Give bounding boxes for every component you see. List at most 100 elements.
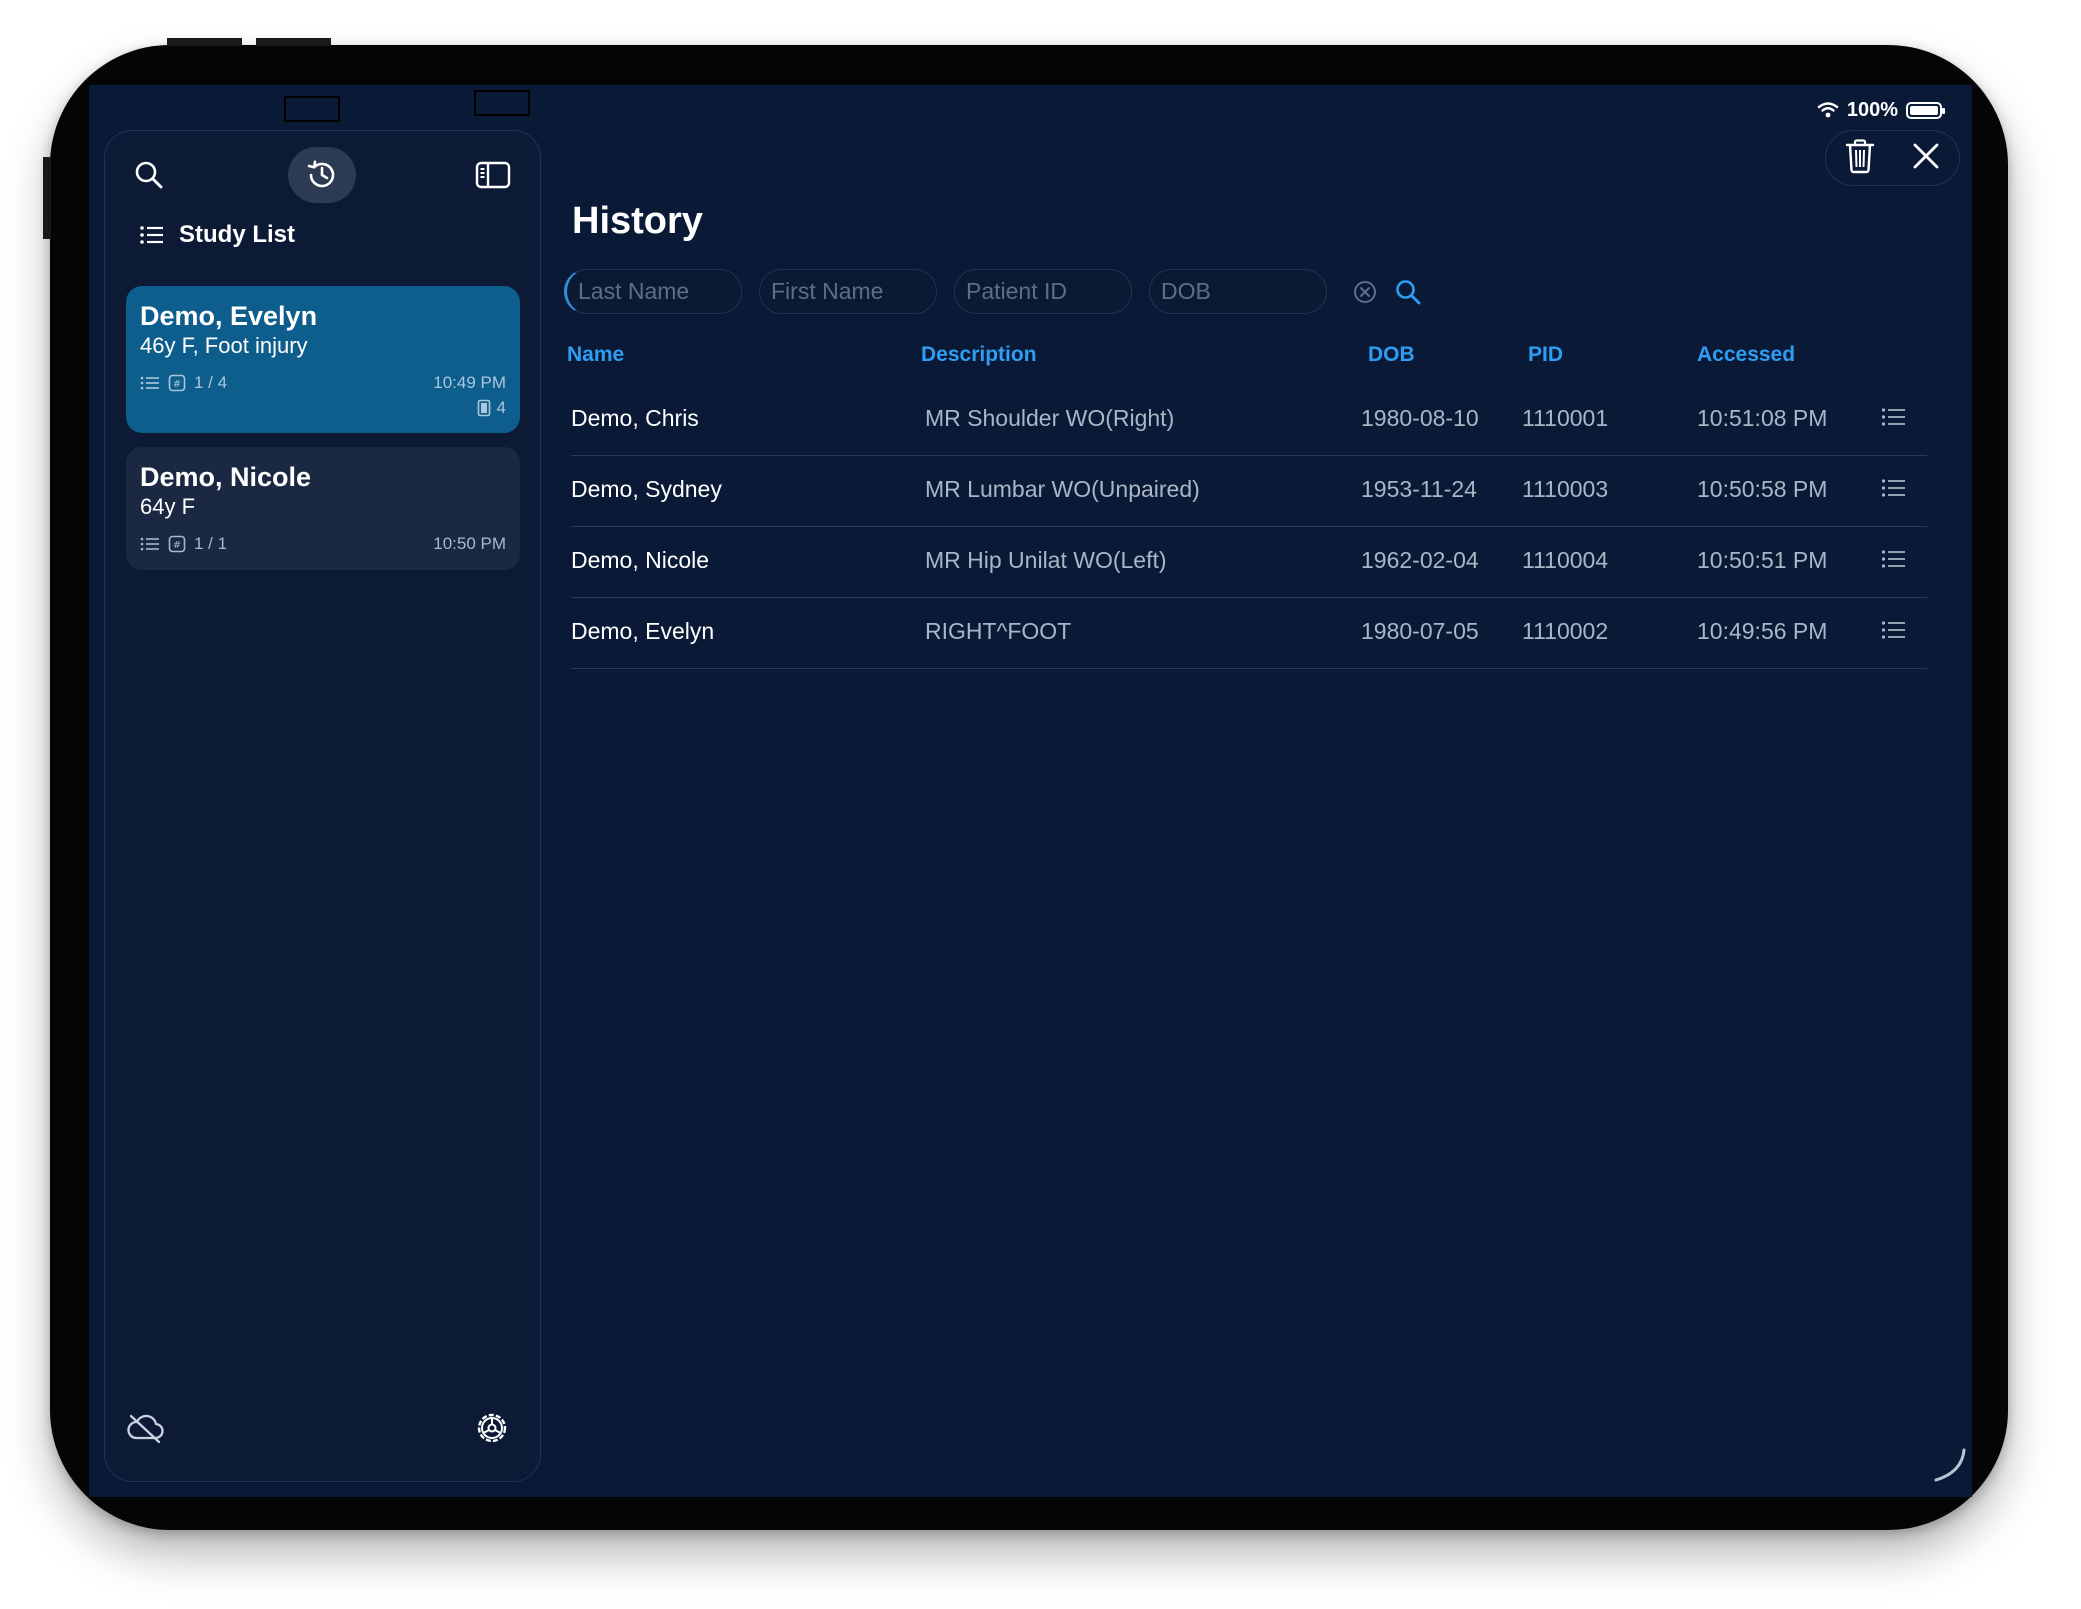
study-list-header[interactable]: Study List: [139, 221, 295, 249]
svg-text:#: #: [173, 379, 181, 390]
row-menu-button[interactable]: [1881, 620, 1907, 645]
cell-accessed: 10:50:51 PM: [1697, 547, 1828, 573]
study-series-info: # 1 / 1: [140, 534, 227, 554]
cell-description: MR Lumbar WO(Unpaired): [925, 476, 1200, 502]
series-number-icon: #: [168, 374, 186, 392]
search-icon: [1396, 279, 1421, 304]
cell-name: Demo, Evelyn: [571, 618, 715, 644]
cell-dob: 1980-08-10: [1361, 405, 1479, 431]
first-name-input[interactable]: [759, 269, 937, 314]
series-count: 1 / 4: [194, 373, 228, 392]
column-header-description[interactable]: Description: [921, 343, 1037, 367]
search-icon: [135, 161, 163, 189]
dob-input[interactable]: [1149, 269, 1327, 314]
list-icon: [140, 376, 159, 390]
battery-icon: [1906, 101, 1945, 119]
row-menu-button[interactable]: [1881, 478, 1907, 503]
last-name-input[interactable]: [564, 269, 742, 314]
wifi-icon: [1817, 102, 1839, 118]
delete-button[interactable]: [1844, 138, 1876, 179]
cell-pid: 1110001: [1522, 405, 1609, 431]
row-menu-button[interactable]: [1881, 549, 1907, 574]
column-header-dob[interactable]: DOB: [1368, 343, 1415, 367]
study-series-info: # 1 / 4: [140, 373, 227, 393]
history-table: Name Description DOB PID Accessed Demo, …: [567, 343, 1927, 669]
table-body: Demo, Chris MR Shoulder WO(Right) 1980-08-…: [571, 385, 1927, 669]
table-row[interactable]: Demo, Nicole MR Hip Unilat WO(Left) 1962-0…: [571, 527, 1927, 598]
volume-button: [256, 38, 331, 46]
cell-pid: 1110002: [1522, 618, 1609, 644]
cell-name: Demo, Chris: [571, 405, 699, 431]
patient-id-input[interactable]: [954, 269, 1132, 314]
series-number-icon: #: [168, 535, 186, 553]
gear-icon: [477, 1413, 507, 1443]
list-icon: [140, 226, 163, 244]
close-icon: [1913, 143, 1939, 168]
study-time: 10:49 PM: [433, 373, 506, 392]
clear-search-button[interactable]: [1352, 279, 1378, 305]
clear-icon: [1354, 280, 1376, 303]
cell-accessed: 10:49:56 PM: [1697, 618, 1828, 644]
cell-name: Demo, Sydney: [571, 476, 722, 502]
study-list-title: Study List: [179, 221, 296, 248]
svg-text:#: #: [173, 540, 181, 551]
cloud-off-icon: [127, 1414, 164, 1444]
column-header-pid[interactable]: PID: [1528, 343, 1563, 367]
sidebar: Study List Demo, Evelyn 46y F, Foot inju…: [104, 130, 541, 1482]
power-button: [43, 157, 51, 239]
list-icon: [1881, 479, 1905, 497]
cell-description: RIGHT^FOOT: [925, 618, 1072, 644]
list-icon: [1881, 550, 1905, 568]
volume-button: [167, 38, 242, 46]
list-icon: [1881, 621, 1905, 639]
cell-dob: 1980-07-05: [1361, 618, 1479, 644]
study-card[interactable]: Demo, Nicole 64y F # 1 / 1 10:50 PM: [126, 447, 520, 570]
cell-dob: 1953-11-24: [1361, 476, 1477, 502]
cell-name: Demo, Nicole: [571, 547, 710, 573]
study-time: 10:50 PM: [433, 534, 506, 553]
app-screen: 100% Study List Demo, Evelyn 46y F, Foot…: [89, 85, 1972, 1497]
study-patient-info: 64y F: [140, 494, 196, 519]
study-patient-name: Demo, Nicole: [140, 462, 312, 492]
table-row[interactable]: Demo, Evelyn RIGHT^FOOT 1980-07-05 1110002 1…: [571, 598, 1927, 669]
cell-pid: 1110003: [1522, 476, 1609, 502]
study-card-selected[interactable]: Demo, Evelyn 46y F, Foot injury # 1 / 4 …: [126, 286, 520, 433]
resize-corner-icon: [1934, 1448, 1966, 1482]
sidebar-toggle-icon: [475, 161, 511, 189]
image-stack-icon: [477, 399, 490, 417]
column-header-name[interactable]: Name: [567, 343, 624, 367]
sidebar-history-button[interactable]: [288, 147, 356, 203]
series-count: 1 / 1: [194, 534, 228, 553]
cloud-status-button[interactable]: [125, 1412, 165, 1449]
close-button[interactable]: [1911, 141, 1941, 176]
table-row[interactable]: Demo, Sydney MR Lumbar WO(Unpaired) 1953-1…: [571, 456, 1927, 527]
history-icon: [307, 160, 335, 188]
cell-accessed: 10:51:08 PM: [1697, 405, 1828, 431]
cell-dob: 1962-02-04: [1361, 547, 1479, 573]
search-bar: [564, 269, 1422, 314]
study-image-count: 4: [477, 398, 506, 418]
row-menu-button[interactable]: [1881, 407, 1907, 432]
sidebar-search-button[interactable]: [115, 147, 183, 203]
cell-pid: 1110004: [1522, 547, 1609, 573]
sidebar-toolbar: [105, 131, 540, 221]
camera-cutout: [474, 90, 530, 116]
trash-icon: [1845, 138, 1874, 173]
battery-percent: 100%: [1846, 98, 1898, 121]
list-icon: [140, 537, 159, 551]
settings-button[interactable]: [474, 1410, 510, 1451]
cell-description: MR Shoulder WO(Right): [925, 405, 1175, 431]
camera-cutout: [284, 96, 340, 122]
table-row[interactable]: Demo, Chris MR Shoulder WO(Right) 1980-08-…: [571, 385, 1927, 456]
cell-accessed: 10:50:58 PM: [1697, 476, 1828, 502]
table-header: Name Description DOB PID Accessed: [567, 343, 1927, 385]
top-actions: [1825, 130, 1960, 186]
cell-description: MR Hip Unilat WO(Left): [925, 547, 1167, 573]
run-search-button[interactable]: [1394, 278, 1422, 306]
column-header-accessed[interactable]: Accessed: [1697, 343, 1795, 367]
list-icon: [1881, 408, 1905, 426]
sidebar-toggle-button[interactable]: [459, 147, 527, 203]
study-patient-name: Demo, Evelyn: [140, 301, 318, 331]
resize-handle[interactable]: [1928, 1444, 1968, 1489]
page-title: History: [572, 200, 703, 242]
